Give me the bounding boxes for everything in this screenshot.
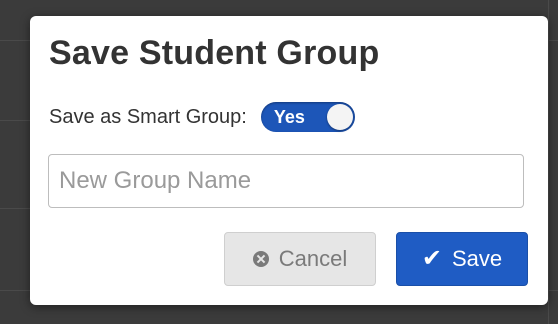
background-divider [548, 0, 549, 324]
smart-group-label: Save as Smart Group: [49, 105, 247, 128]
cancel-button-label: Cancel [278, 246, 348, 271]
checkmark-icon: ✔ [421, 245, 442, 272]
save-button-label: Save [451, 246, 503, 271]
toggle-state-label: Yes [273, 107, 305, 127]
times-circle-icon [252, 251, 269, 267]
save-student-group-dialog: Save Student Group Save as Smart Group: … [30, 16, 548, 305]
dialog-title: Save Student Group [49, 34, 380, 72]
smart-group-toggle[interactable]: Yes [260, 102, 355, 132]
background-divider [0, 120, 30, 121]
group-name-input[interactable] [48, 154, 524, 208]
cancel-button[interactable]: Cancel [224, 232, 376, 286]
toggle-knob [326, 104, 353, 130]
save-button[interactable]: ✔ Save [396, 232, 528, 286]
smart-group-row: Save as Smart Group: Yes [49, 102, 355, 132]
background-divider [0, 208, 30, 209]
